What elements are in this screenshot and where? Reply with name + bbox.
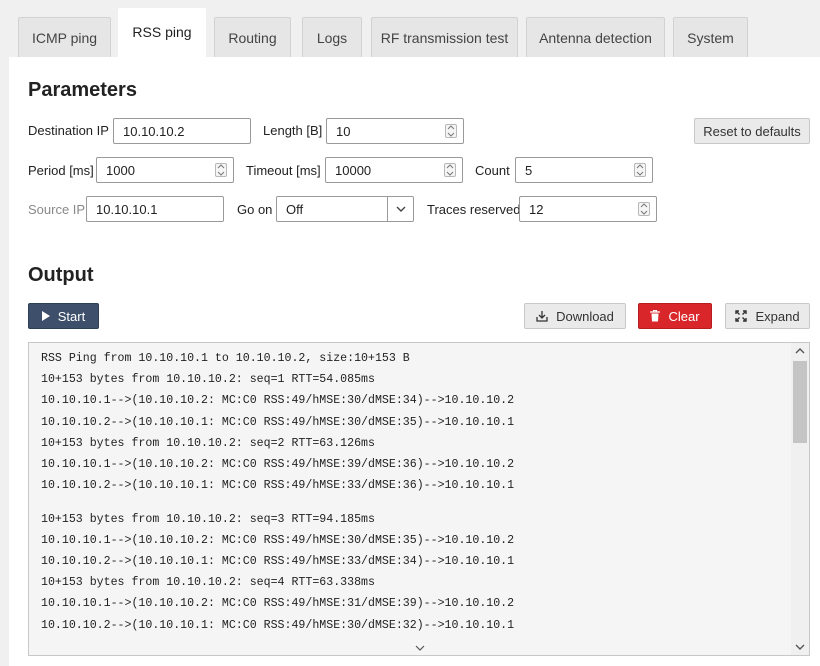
tab-system[interactable]: System — [673, 17, 748, 58]
tab-bar: ICMP ping RSS ping Routing Logs RF trans… — [0, 0, 820, 58]
play-icon — [41, 311, 50, 321]
clear-button[interactable]: Clear — [638, 303, 712, 329]
output-console[interactable]: RSS Ping from 10.10.10.1 to 10.10.10.2, … — [28, 342, 810, 656]
output-line: 10.10.10.1-->(10.10.10.2: MC:C0 RSS:49/h… — [41, 597, 515, 611]
period-input[interactable]: 1000 — [96, 157, 234, 183]
length-input[interactable]: 10 — [326, 118, 464, 144]
go-on-select[interactable]: Off — [276, 196, 414, 222]
output-line: 10.10.10.1-->(10.10.10.2: MC:C0 RSS:49/h… — [41, 533, 515, 547]
go-on-label: Go on — [237, 202, 273, 217]
parameters-title: Parameters — [28, 79, 137, 101]
start-button[interactable]: Start — [28, 303, 99, 329]
download-label: Download — [556, 308, 614, 324]
spinner-icon[interactable] — [445, 124, 457, 138]
destination-ip-value: 10.10.10.2 — [123, 123, 185, 139]
expand-button[interactable]: Expand — [725, 303, 810, 329]
go-on-value: Off — [286, 201, 304, 217]
spinner-icon[interactable] — [444, 163, 456, 177]
output-line: RSS Ping from 10.10.10.1 to 10.10.10.2, … — [41, 352, 410, 365]
timeout-label: Timeout [ms] — [246, 163, 321, 178]
output-line: 10+153 bytes from 10.10.10.2: seq=1 RTT=… — [41, 373, 375, 387]
chevron-down-icon — [413, 643, 427, 653]
scroll-down-icon[interactable] — [791, 639, 809, 655]
scroll-up-icon[interactable] — [791, 343, 809, 359]
reset-to-defaults-button[interactable]: Reset to defaults — [694, 118, 810, 144]
expand-label: Expand — [755, 308, 800, 324]
traces-reserved-input[interactable]: 12 — [519, 196, 657, 222]
download-icon — [536, 311, 548, 322]
output-line: 10+153 bytes from 10.10.10.2: seq=4 RTT=… — [41, 576, 375, 590]
traces-reserved-value: 12 — [529, 201, 544, 217]
output-title: Output — [28, 264, 94, 286]
destination-ip-input[interactable]: 10.10.10.2 — [113, 118, 251, 144]
tab-label: Routing — [228, 30, 277, 46]
timeout-value: 10000 — [335, 162, 372, 178]
scroll-thumb[interactable] — [793, 361, 807, 443]
spinner-icon[interactable] — [638, 202, 650, 216]
source-ip-input[interactable]: 10.10.10.1 — [86, 196, 224, 222]
count-input[interactable]: 5 — [515, 157, 653, 183]
source-ip-value: 10.10.10.1 — [96, 201, 158, 217]
tab-logs[interactable]: Logs — [302, 17, 362, 58]
trash-icon — [650, 310, 661, 322]
output-line: 10.10.10.1-->(10.10.10.2: MC:C0 RSS:49/h… — [41, 457, 515, 471]
destination-ip-label: Destination IP — [28, 123, 109, 138]
count-label: Count — [475, 163, 510, 178]
length-label: Length [B] — [263, 123, 323, 138]
tab-label: System — [687, 30, 734, 46]
count-value: 5 — [525, 162, 533, 178]
output-scrollbar[interactable] — [791, 343, 809, 655]
tab-label: RF transmission test — [380, 30, 509, 46]
tab-icmp-ping[interactable]: ICMP ping — [18, 17, 111, 58]
tab-label: RSS ping — [132, 23, 192, 40]
reset-label: Reset to defaults — [703, 123, 801, 139]
output-line: 10.10.10.2-->(10.10.10.1: MC:C0 RSS:49/h… — [41, 479, 515, 493]
start-label: Start — [57, 308, 86, 324]
source-ip-label: Source IP — [28, 202, 86, 217]
period-label: Period [ms] — [28, 163, 94, 178]
output-line: 10.10.10.2-->(10.10.10.1: MC:C0 RSS:49/h… — [41, 415, 515, 429]
tab-routing[interactable]: Routing — [214, 17, 291, 58]
output-line: 10+153 bytes from 10.10.10.2: seq=2 RTT=… — [41, 436, 375, 450]
tab-label: Antenna detection — [539, 30, 652, 46]
tab-rss-ping[interactable]: RSS ping — [118, 8, 206, 58]
clear-label: Clear — [668, 308, 700, 324]
spinner-icon[interactable] — [215, 163, 227, 177]
rss-ping-panel: Parameters Destination IP 10.10.10.2 Len… — [9, 57, 820, 666]
length-value: 10 — [336, 123, 351, 139]
output-line: 10+153 bytes from 10.10.10.2: seq=3 RTT=… — [41, 512, 375, 526]
tab-rf-transmission-test[interactable]: RF transmission test — [371, 17, 518, 58]
output-line: 10.10.10.2-->(10.10.10.1: MC:C0 RSS:49/h… — [41, 555, 515, 569]
traces-reserved-label: Traces reserved — [427, 202, 521, 217]
output-line: 10.10.10.1-->(10.10.10.2: MC:C0 RSS:49/h… — [41, 394, 515, 408]
tab-antenna-detection[interactable]: Antenna detection — [526, 17, 665, 58]
tab-label: ICMP ping — [31, 30, 98, 46]
output-line: 10.10.10.2-->(10.10.10.1: MC:C0 RSS:49/h… — [41, 618, 515, 632]
timeout-input[interactable]: 10000 — [325, 157, 463, 183]
download-button[interactable]: Download — [524, 303, 626, 329]
spinner-icon[interactable] — [634, 163, 646, 177]
output-lines: RSS Ping from 10.10.10.1 to 10.10.10.2, … — [41, 348, 785, 636]
period-value: 1000 — [106, 162, 135, 178]
tab-label: Logs — [316, 30, 348, 46]
expand-icon — [735, 310, 748, 322]
chevron-down-icon[interactable] — [387, 197, 413, 221]
